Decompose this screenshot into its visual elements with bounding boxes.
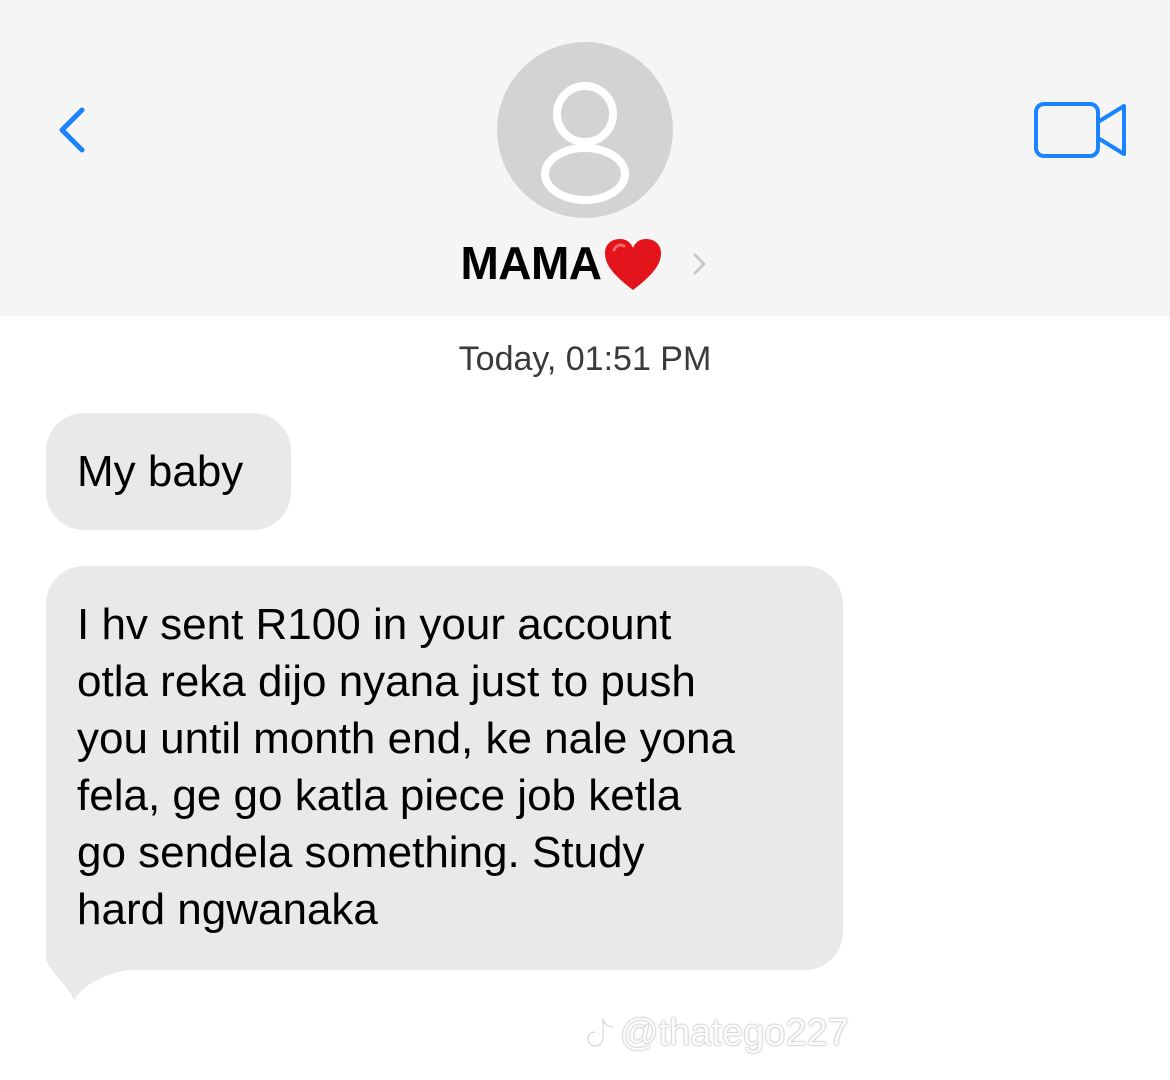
chevron-left-icon	[59, 107, 85, 153]
back-button[interactable]	[48, 100, 96, 160]
message-text: My baby	[77, 447, 244, 496]
conversation-header: MAMA	[0, 0, 1170, 316]
message-text: I hv sent R100 in your account otla reka…	[77, 600, 736, 934]
video-call-button[interactable]	[1030, 98, 1130, 162]
contact-name-button[interactable]: MAMA	[0, 228, 1170, 298]
red-heart-icon	[604, 239, 661, 290]
video-camera-icon	[1034, 102, 1126, 158]
tiktok-icon	[586, 1017, 615, 1048]
chevron-right-icon	[693, 253, 706, 275]
message-timestamp: Today, 01:51 PM	[458, 340, 712, 378]
contact-name: MAMA	[460, 237, 602, 289]
incoming-message-bubble[interactable]: My baby	[46, 413, 291, 530]
messages-conversation-screen: MAMA Today, 01:51 PM My baby I hv sent R…	[0, 0, 1170, 1080]
avatar[interactable]	[497, 42, 673, 218]
person-icon	[541, 82, 629, 204]
watermark-handle: @thatego227	[620, 1011, 849, 1054]
watermark: @thatego227	[586, 1008, 849, 1058]
incoming-message-bubble[interactable]: I hv sent R100 in your account otla reka…	[46, 566, 843, 970]
